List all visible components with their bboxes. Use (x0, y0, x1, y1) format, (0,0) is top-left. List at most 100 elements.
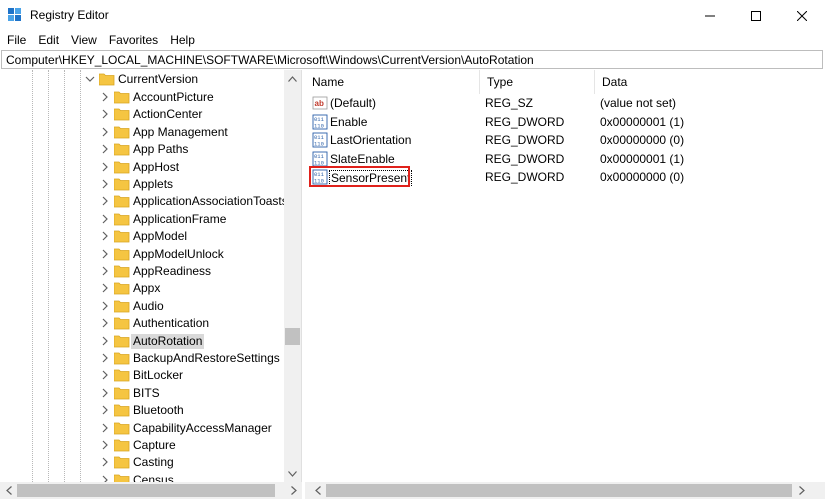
tree-item-app-management[interactable]: App Management (0, 124, 284, 141)
tree-item-authentication[interactable]: Authentication (0, 315, 284, 332)
chevron-left-icon (314, 486, 321, 495)
scroll-up-button[interactable] (284, 70, 301, 87)
tree-item-app-paths[interactable]: App Paths (0, 141, 284, 158)
value-data: (value not set) (600, 96, 677, 110)
chevron-right-icon[interactable] (100, 440, 110, 450)
chevron-right-icon[interactable] (100, 318, 110, 328)
tree-item-label: Census (133, 472, 174, 482)
scroll-right-button[interactable] (285, 482, 302, 499)
folder-icon (114, 126, 130, 139)
chevron-right-icon[interactable] (100, 457, 110, 467)
chevron-right-icon (290, 486, 297, 495)
chevron-right-icon[interactable] (100, 388, 110, 398)
scroll-left-button[interactable] (309, 482, 326, 499)
column-header-data[interactable]: Data (595, 70, 825, 94)
chevron-right-icon[interactable] (100, 405, 110, 415)
value-row-enable[interactable]: 011 110 Enable REG_DWORD 0x00000001 (1) (305, 113, 825, 131)
folder-icon (114, 335, 130, 347)
tree-item-appmodelunlock[interactable]: AppModelUnlock (0, 246, 284, 263)
chevron-right-icon[interactable] (100, 92, 110, 102)
minimize-button[interactable] (687, 0, 733, 31)
chevron-right-icon[interactable] (100, 370, 110, 380)
menu-edit[interactable]: Edit (32, 31, 65, 49)
folder-icon (114, 387, 130, 400)
scrollbar-thumb[interactable] (285, 328, 300, 345)
value-row-slateenable[interactable]: 011 110 SlateEnable REG_DWORD 0x00000001 (1) (305, 150, 825, 168)
chevron-right-icon[interactable] (100, 214, 110, 224)
tree-item-bluetooth[interactable]: Bluetooth (0, 402, 284, 419)
tree-item-census[interactable]: Census (0, 472, 284, 482)
chevron-right-icon[interactable] (100, 109, 110, 119)
tree-vertical-scrollbar[interactable] (284, 70, 301, 482)
tree-item-label: ApplicationFrame (133, 211, 227, 226)
chevron-right-icon[interactable] (100, 162, 110, 172)
chevron-right-icon[interactable] (100, 231, 110, 241)
menu-view[interactable]: View (65, 31, 103, 49)
chevron-down-icon[interactable] (85, 74, 95, 84)
close-button[interactable] (779, 0, 825, 31)
scrollbar-thumb[interactable] (326, 484, 792, 497)
chevron-right-icon[interactable] (100, 144, 110, 154)
chevron-right-icon[interactable] (100, 266, 110, 276)
tree-horizontal-scrollbar[interactable] (0, 482, 302, 499)
scrollbar-thumb[interactable] (17, 484, 275, 497)
tree-item-backupandrestoresettings[interactable]: BackupAndRestoreSettings (0, 350, 284, 367)
tree-item-autorotation[interactable]: AutoRotation (0, 333, 284, 350)
column-header-name[interactable]: Name (305, 70, 480, 94)
menu-file[interactable]: File (0, 31, 32, 49)
tree-item-capabilityaccessmanager[interactable]: CapabilityAccessManager (0, 420, 284, 437)
menu-help[interactable]: Help (164, 31, 201, 49)
value-name: SlateEnable (330, 151, 395, 166)
folder-icon (114, 352, 130, 365)
tree-item-applicationassociationtoasts[interactable]: ApplicationAssociationToasts (0, 193, 284, 210)
maximize-button[interactable] (733, 0, 779, 31)
tree-item-bitlocker[interactable]: BitLocker (0, 367, 284, 384)
scroll-left-button[interactable] (0, 482, 17, 499)
tree-item-label: App Management (133, 124, 228, 139)
tree-item-appreadiness[interactable]: AppReadiness (0, 263, 284, 280)
chevron-up-icon (288, 75, 297, 82)
tree-item-applicationframe[interactable]: ApplicationFrame (0, 211, 284, 228)
tree-item-appmodel[interactable]: AppModel (0, 228, 284, 245)
scroll-right-button[interactable] (793, 482, 810, 499)
folder-icon (114, 230, 130, 243)
tree-item-audio[interactable]: Audio (0, 298, 284, 315)
menu-favorites[interactable]: Favorites (103, 31, 164, 49)
chevron-right-icon[interactable] (100, 423, 110, 433)
tree-item-bits[interactable]: BITS (0, 385, 284, 402)
tree-item-currentversion[interactable]: CurrentVersion (0, 71, 284, 88)
scroll-down-button[interactable] (284, 465, 301, 482)
dword-value-icon: 011110 (312, 114, 328, 129)
chevron-right-icon[interactable] (100, 301, 110, 311)
chevron-right-icon[interactable] (100, 475, 110, 482)
svg-text:110: 110 (314, 159, 324, 166)
chevron-right-icon[interactable] (100, 353, 110, 363)
folder-icon (114, 282, 130, 295)
tree-item-accountpicture[interactable]: AccountPicture (0, 89, 284, 106)
minimize-icon (705, 15, 715, 16)
column-header-type[interactable]: Type (480, 70, 595, 94)
tree-item-actioncenter[interactable]: ActionCenter (0, 106, 284, 123)
tree-item-casting[interactable]: Casting (0, 454, 284, 471)
values-horizontal-scrollbar[interactable] (305, 482, 825, 499)
value-row-lastorientation[interactable]: 011 110 LastOrientation REG_DWORD 0x00000000… (305, 131, 825, 149)
tree-item-label: AppModelUnlock (133, 246, 224, 261)
tree-item-label: Bluetooth (133, 403, 184, 418)
chevron-right-icon[interactable] (100, 179, 110, 189)
value-row-default[interactable]: ab (Default) REG_SZ (value not set) (305, 94, 825, 112)
address-bar[interactable]: Computer\HKEY_LOCAL_MACHINE\SOFTWARE\Mic… (1, 50, 823, 69)
tree-item-label: Capture (133, 438, 176, 452)
tree-item-capture[interactable]: Capture (0, 437, 284, 454)
tree-item-apphost[interactable]: AppHost (0, 159, 284, 176)
chevron-right-icon[interactable] (100, 336, 110, 346)
value-data: 0x00000000 (0) (600, 170, 685, 184)
chevron-right-icon[interactable] (100, 127, 110, 137)
chevron-right-icon[interactable] (100, 283, 110, 293)
folder-icon (114, 422, 130, 434)
tree-item-appx[interactable]: Appx (0, 280, 284, 297)
chevron-right-icon[interactable] (100, 196, 110, 206)
folder-icon (114, 91, 130, 104)
value-name: (Default) (330, 96, 377, 110)
chevron-right-icon[interactable] (100, 249, 110, 259)
tree-item-applets[interactable]: Applets (0, 176, 284, 193)
